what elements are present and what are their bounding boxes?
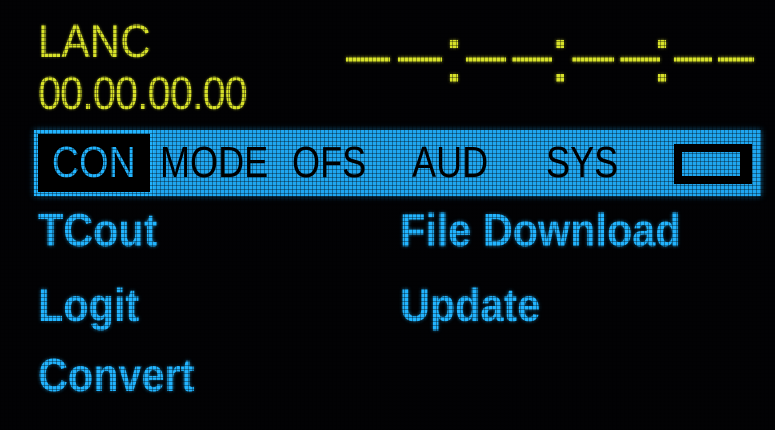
time-segment (620, 57, 660, 62)
oled-screen: LANC 00.00.00.00 CON MODE OFS AUD SYS TC… (0, 0, 775, 430)
colon-dot (556, 74, 564, 82)
time-segment (718, 57, 754, 62)
time-segment (512, 57, 552, 62)
timecode-readout: 00.00.00.00 (38, 67, 248, 119)
menu-item-file-download[interactable]: File Download (400, 205, 681, 255)
battery-tip (744, 154, 750, 170)
menu-item-tcout[interactable]: TCout (38, 205, 158, 255)
colon-dot (450, 40, 458, 48)
time-segment (674, 57, 712, 62)
colon-dot (450, 74, 458, 82)
dashed-time-display (346, 40, 754, 92)
time-segment (398, 57, 442, 62)
menu-item-logit[interactable]: Logit (38, 280, 139, 330)
timecode-source-label: LANC (38, 15, 151, 67)
menu-item-update[interactable]: Update (400, 280, 540, 330)
colon-dot (658, 74, 666, 82)
menu-item-convert[interactable]: Convert (38, 350, 194, 400)
battery-icon (674, 144, 752, 184)
tab-aud[interactable]: AUD (412, 138, 488, 188)
tab-ofs[interactable]: OFS (292, 138, 366, 188)
tab-mode[interactable]: MODE (160, 138, 268, 188)
colon-dot (658, 40, 666, 48)
time-segment (572, 57, 614, 62)
tab-con[interactable]: CON (34, 130, 154, 196)
tab-bar: CON MODE OFS AUD SYS (34, 130, 761, 196)
colon-dot (556, 40, 564, 48)
time-segment (466, 57, 506, 62)
time-segment (346, 57, 390, 62)
battery-level-fill (682, 152, 740, 176)
tab-sys[interactable]: SYS (546, 138, 618, 188)
